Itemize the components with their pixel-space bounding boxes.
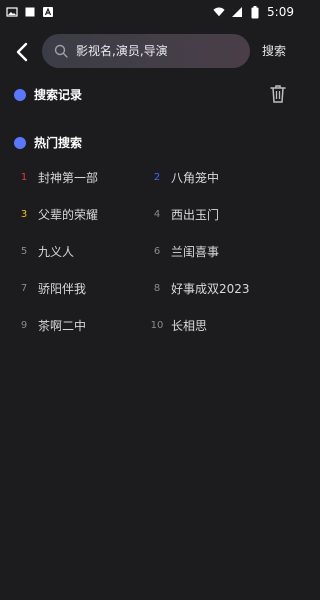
hot-search-item[interactable]: 8 好事成双2023 [149, 280, 250, 297]
wifi-icon [213, 6, 225, 18]
hot-search-item[interactable]: 5 九义人 [16, 243, 74, 260]
hot-search-title-text: 好事成双2023 [171, 282, 250, 296]
hot-search-title-text: 茶啊二中 [38, 319, 87, 333]
hot-search-title-text: 九义人 [38, 245, 75, 259]
signal-icon [231, 6, 243, 18]
image-icon [6, 6, 18, 18]
trash-icon [270, 85, 286, 103]
hot-search-title-text: 骄阳伴我 [38, 282, 87, 296]
status-left-icons [6, 6, 54, 18]
section-dot-icon [14, 88, 26, 101]
hot-search-title-text: 八角笼中 [171, 171, 220, 185]
rank-number: 7 [20, 283, 28, 294]
search-icon [54, 44, 68, 58]
hot-search-item[interactable]: 4 西出玉门 [149, 206, 219, 223]
clear-history-button[interactable] [270, 84, 288, 104]
hot-search-item[interactable]: 3 父辈的荣耀 [16, 206, 98, 223]
square-icon [24, 6, 36, 18]
clock-time: 5:09 [267, 5, 294, 19]
hot-search-title: 热门搜索 [34, 136, 83, 150]
hot-search-item[interactable]: 6 兰闺喜事 [149, 243, 219, 260]
chevron-left-icon [16, 42, 28, 62]
hot-search-item[interactable]: 10 长相思 [149, 317, 207, 334]
rank-number: 6 [153, 246, 161, 257]
rank-number: 3 [20, 209, 28, 220]
notification-a-icon [42, 6, 54, 18]
rank-number: 8 [153, 283, 161, 294]
hot-search-title-text: 西出玉门 [171, 208, 220, 222]
battery-icon [249, 5, 261, 18]
rank-number: 10 [150, 320, 164, 331]
back-button[interactable] [10, 38, 34, 66]
search-box[interactable] [42, 34, 250, 68]
hot-search-title-text: 兰闺喜事 [171, 245, 220, 259]
hot-search-item[interactable]: 2 八角笼中 [149, 169, 219, 186]
hot-search-title-text: 封神第一部 [38, 171, 99, 185]
rank-number: 1 [20, 172, 28, 183]
search-input[interactable] [74, 43, 248, 59]
rank-number: 2 [153, 172, 161, 183]
search-screen: 5:09 搜索 搜索记录 热门搜索 1 封神第一部 [0, 0, 300, 600]
hot-search-header: 热门搜索 [14, 134, 82, 151]
search-history-title: 搜索记录 [34, 88, 83, 102]
hot-search-title-text: 父辈的荣耀 [38, 208, 99, 222]
rank-number: 4 [153, 209, 161, 220]
hot-search-title-text: 长相思 [171, 319, 208, 333]
rank-number: 5 [20, 246, 28, 257]
hot-search-item[interactable]: 9 茶啊二中 [16, 317, 86, 334]
search-history-header: 搜索记录 [14, 86, 82, 103]
section-dot-icon [14, 136, 26, 149]
search-top-bar: 搜索 [0, 32, 300, 72]
search-button[interactable]: 搜索 [262, 42, 286, 59]
status-bar: 5:09 [0, 0, 300, 24]
hot-search-item[interactable]: 7 骄阳伴我 [16, 280, 86, 297]
hot-search-item[interactable]: 1 封神第一部 [16, 169, 98, 186]
status-right-icons: 5:09 [213, 5, 294, 19]
rank-number: 9 [20, 320, 28, 331]
